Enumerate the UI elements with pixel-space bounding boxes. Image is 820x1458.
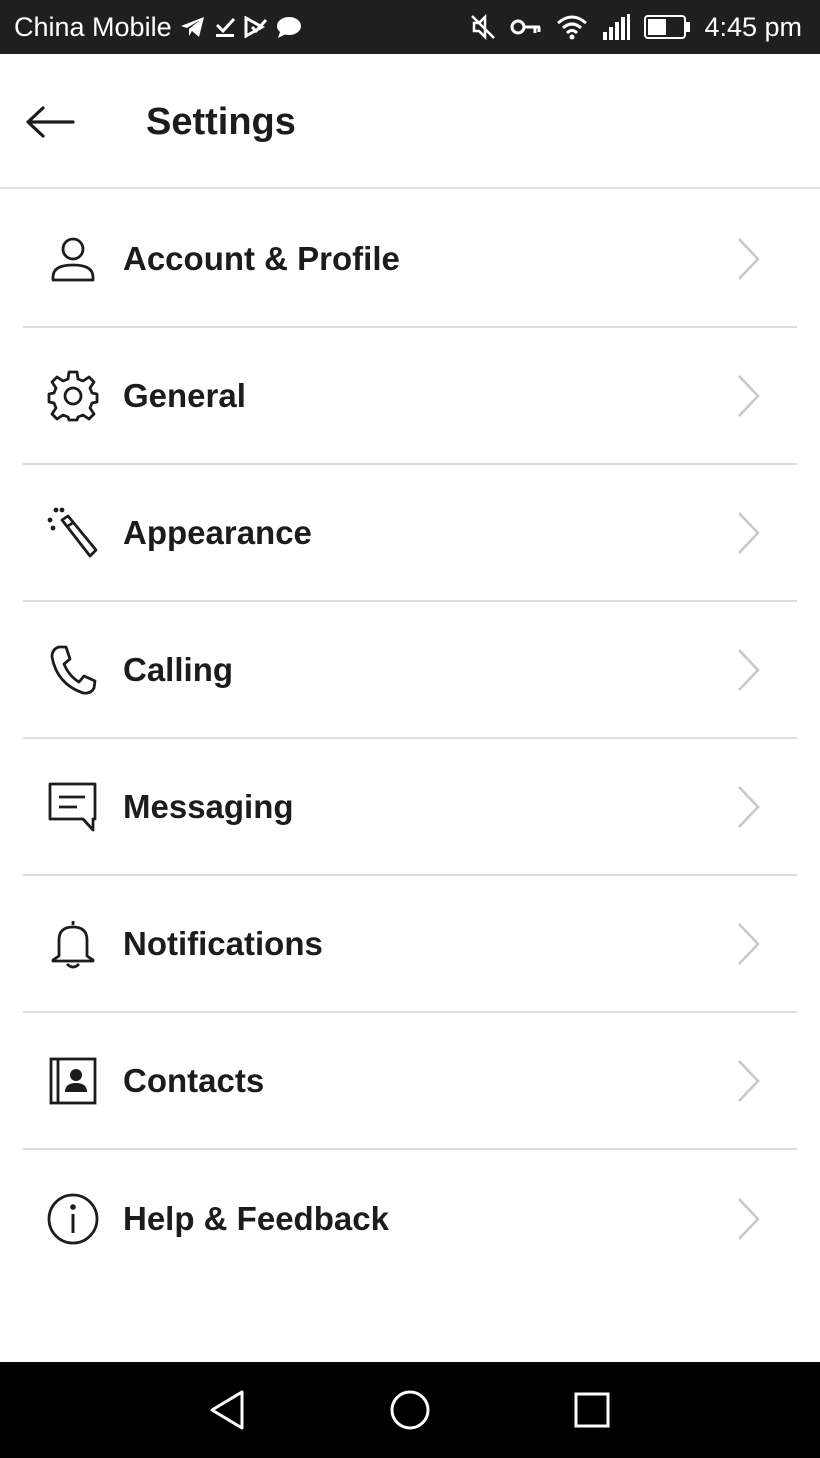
system-nav-bar: [0, 1362, 820, 1458]
settings-item-label: Contacts: [123, 1061, 265, 1099]
page-title: Settings: [146, 101, 296, 143]
back-triangle-icon: [208, 1389, 248, 1431]
chat-bubble-icon: [276, 16, 302, 38]
signal-icon: [602, 14, 631, 40]
settings-screen: China Mobile 4:45 pm Settings Account & …: [0, 0, 820, 1458]
nav-recents-button[interactable]: [568, 1386, 616, 1434]
telegram-icon: [180, 16, 206, 38]
nav-home-button[interactable]: [386, 1386, 434, 1434]
mute-icon: [470, 14, 496, 40]
message-icon: [45, 779, 101, 835]
settings-list: Account & Profile General Appearance Cal…: [0, 191, 820, 1287]
settings-item-label: Appearance: [123, 513, 312, 551]
phone-icon: [45, 642, 101, 698]
battery-icon: [644, 15, 691, 39]
gear-icon: [45, 368, 101, 424]
vpn-key-icon: [510, 17, 542, 37]
settings-item-label: Messaging: [123, 787, 294, 825]
settings-item-calling[interactable]: Calling: [23, 602, 797, 739]
chevron-right-icon: [735, 1195, 763, 1243]
settings-item-label: Help & Feedback: [123, 1199, 389, 1237]
back-button[interactable]: [18, 92, 82, 152]
settings-item-general[interactable]: General: [23, 328, 797, 465]
settings-item-label: General: [123, 376, 246, 414]
status-left: China Mobile: [0, 12, 302, 43]
person-icon: [45, 231, 101, 287]
bell-icon: [45, 916, 101, 972]
status-bar: China Mobile 4:45 pm: [0, 0, 820, 54]
info-icon: [45, 1191, 101, 1247]
settings-item-account-profile[interactable]: Account & Profile: [23, 191, 797, 328]
settings-item-label: Calling: [123, 650, 234, 688]
settings-item-messaging[interactable]: Messaging: [23, 739, 797, 876]
carrier-name: China Mobile: [14, 11, 172, 42]
wifi-icon: [556, 14, 588, 40]
chevron-right-icon: [735, 509, 763, 557]
settings-item-label: Notifications: [123, 924, 323, 962]
settings-item-help-feedback[interactable]: Help & Feedback: [23, 1150, 797, 1287]
arrow-left-icon: [25, 106, 75, 138]
chevron-right-icon: [735, 372, 763, 420]
contact-card-icon: [45, 1053, 101, 1109]
magic-wand-icon: [45, 505, 101, 561]
chevron-right-icon: [735, 783, 763, 831]
chevron-right-icon: [735, 1057, 763, 1105]
settings-item-appearance[interactable]: Appearance: [23, 465, 797, 602]
home-circle-icon: [388, 1388, 432, 1432]
settings-item-notifications[interactable]: Notifications: [23, 876, 797, 1013]
download-done-icon: [214, 16, 236, 38]
chevron-right-icon: [735, 646, 763, 694]
status-right: 4:45 pm: [470, 12, 820, 43]
recents-square-icon: [572, 1390, 612, 1430]
nav-back-button[interactable]: [204, 1386, 252, 1434]
settings-item-label: Account & Profile: [123, 239, 400, 277]
status-time: 4:45 pm: [704, 11, 802, 42]
chevron-right-icon: [735, 235, 763, 283]
settings-item-contacts[interactable]: Contacts: [23, 1013, 797, 1150]
app-header: Settings: [0, 54, 820, 189]
chevron-right-icon: [735, 920, 763, 968]
task-check-icon: [244, 16, 268, 38]
